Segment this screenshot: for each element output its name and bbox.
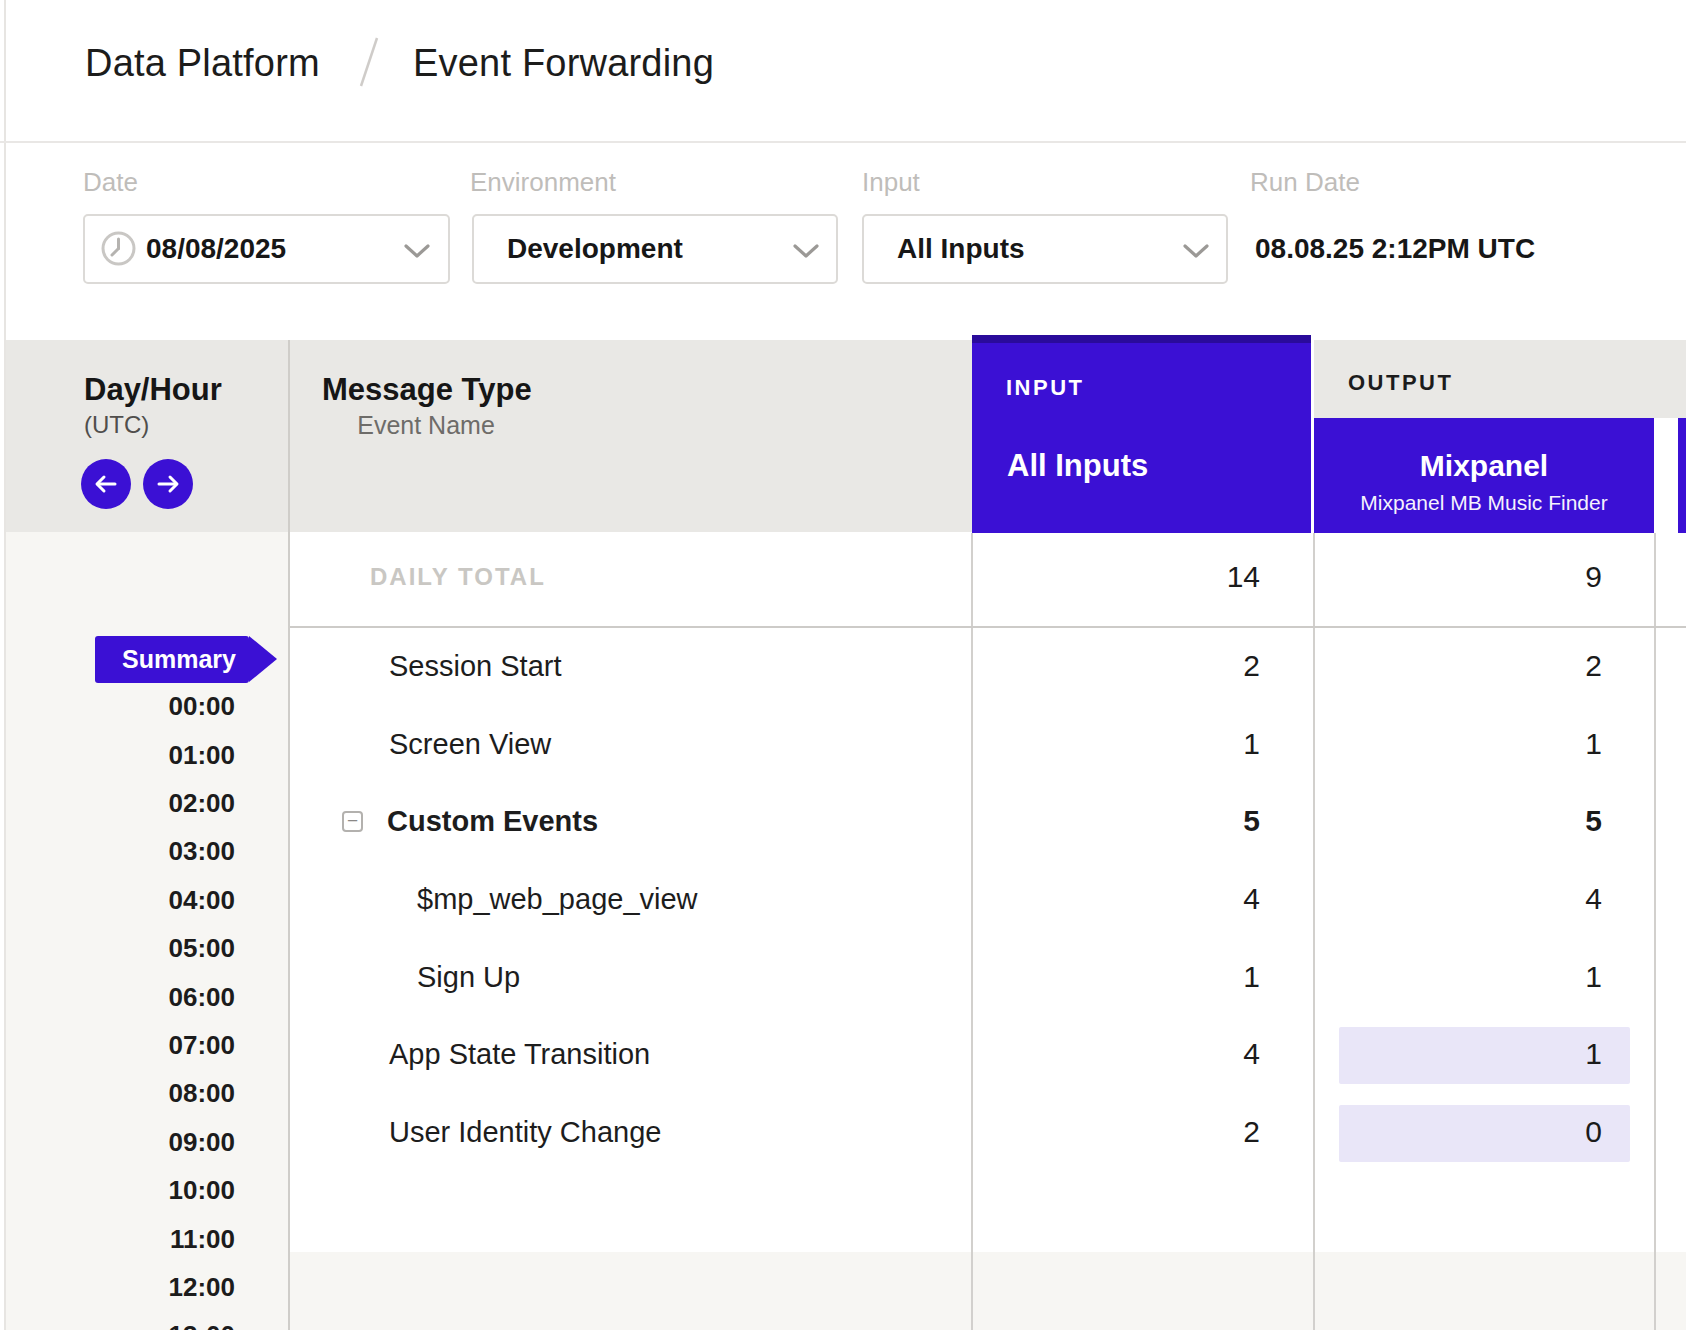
output-count: 4 <box>1382 882 1602 916</box>
gridline <box>971 533 973 1330</box>
environment-select[interactable]: Development <box>472 214 838 284</box>
event-row-name: Custom Events <box>387 805 598 838</box>
input-count: 2 <box>1040 649 1260 683</box>
table-bottom-background <box>290 1252 1686 1330</box>
breadcrumb-slash-icon <box>352 34 386 90</box>
hour-row-0200[interactable]: 02:00 <box>0 779 235 827</box>
gridline <box>288 340 290 1330</box>
output-count: 0 <box>1382 1115 1602 1149</box>
hour-row-0800[interactable]: 08:00 <box>0 1069 235 1117</box>
hour-row-0700[interactable]: 07:00 <box>0 1021 235 1069</box>
input-select[interactable]: All Inputs <box>862 214 1228 284</box>
output-count: 1 <box>1382 727 1602 761</box>
input-count: 4 <box>1040 1037 1260 1071</box>
hour-row-1100[interactable]: 11:00 <box>0 1215 235 1263</box>
gridline <box>1654 533 1656 1330</box>
hour-row-1300[interactable]: 13:00 <box>0 1311 235 1330</box>
environment-filter-label: Environment <box>470 167 616 198</box>
event-name-subheader: Event Name <box>322 411 530 440</box>
date-select-value: 08/08/2025 <box>146 216 286 282</box>
hour-row-0000[interactable]: 00:00 <box>0 682 235 730</box>
input-filter-label: Input <box>862 167 920 198</box>
input-select-value: All Inputs <box>897 216 1025 282</box>
hour-row-0300[interactable]: 03:00 <box>0 827 235 875</box>
output-count: 2 <box>1382 649 1602 683</box>
message-type-header: Message Type <box>322 372 532 408</box>
hour-row-0100[interactable]: 01:00 <box>0 731 235 779</box>
date-select[interactable]: 08/08/2025 <box>83 214 450 284</box>
breadcrumb-section[interactable]: Data Platform <box>85 42 320 85</box>
hour-row-0500[interactable]: 05:00 <box>0 924 235 972</box>
output-count: 1 <box>1382 1037 1602 1071</box>
event-row-name: $mp_web_page_view <box>417 883 698 916</box>
daily-total-label: DAILY TOTAL <box>370 563 546 591</box>
hour-row-1200[interactable]: 12:00 <box>0 1263 235 1311</box>
arrow-right-icon <box>143 459 193 509</box>
day-hour-utc-label: (UTC) <box>84 411 149 439</box>
output-count: 1 <box>1382 960 1602 994</box>
event-row-name: User Identity Change <box>389 1116 661 1149</box>
output-count: 5 <box>1382 804 1602 838</box>
input-column-name: All Inputs <box>1007 448 1148 484</box>
hour-row-0900[interactable]: 09:00 <box>0 1118 235 1166</box>
input-column-header[interactable] <box>972 335 1311 533</box>
input-count: 5 <box>1040 804 1260 838</box>
next-destination-column-partial <box>1678 418 1686 533</box>
input-column-accent-strip <box>972 335 1311 343</box>
destination-subtitle: Mixpanel MB Music Finder <box>1314 491 1654 515</box>
event-row-name: App State Transition <box>389 1038 650 1071</box>
header-divider <box>0 141 1686 143</box>
input-column-label: INPUT <box>1006 375 1085 401</box>
destination-name: Mixpanel <box>1314 449 1654 483</box>
chevron-down-icon <box>403 243 431 259</box>
next-day-button[interactable] <box>143 459 193 509</box>
environment-select-value: Development <box>507 216 683 282</box>
run-date-value: 08.08.25 2:12PM UTC <box>1255 214 1535 284</box>
date-filter-label: Date <box>83 167 138 198</box>
hour-row-1000[interactable]: 10:00 <box>0 1166 235 1214</box>
chevron-down-icon <box>1182 243 1210 259</box>
chevron-down-icon <box>792 243 820 259</box>
gridline <box>1313 533 1315 1330</box>
input-count: 4 <box>1040 882 1260 916</box>
event-row-name: Sign Up <box>417 961 520 994</box>
breadcrumb-page: Event Forwarding <box>413 42 714 85</box>
day-hour-header: Day/Hour <box>84 372 222 408</box>
daily-total-separator <box>290 626 1686 628</box>
summary-flag-tip <box>249 636 277 682</box>
previous-day-button[interactable] <box>81 459 131 509</box>
hour-row-0400[interactable]: 04:00 <box>0 876 235 924</box>
output-section-label: OUTPUT <box>1348 370 1453 396</box>
clock-icon <box>100 230 137 267</box>
daily-total-output-value: 9 <box>1382 560 1602 594</box>
run-date-label: Run Date <box>1250 167 1360 198</box>
input-count: 1 <box>1040 727 1260 761</box>
input-count: 1 <box>1040 960 1260 994</box>
event-row-name: Session Start <box>389 650 561 683</box>
summary-flag-label: Summary <box>95 636 249 683</box>
input-count: 2 <box>1040 1115 1260 1149</box>
daily-total-input-value: 14 <box>1040 560 1260 594</box>
hour-row-0600[interactable]: 06:00 <box>0 973 235 1021</box>
collapse-icon[interactable]: − <box>342 811 363 832</box>
event-row-name: Screen View <box>389 728 551 761</box>
arrow-left-icon <box>81 459 131 509</box>
destination-column-header[interactable]: Mixpanel Mixpanel MB Music Finder <box>1314 418 1654 533</box>
